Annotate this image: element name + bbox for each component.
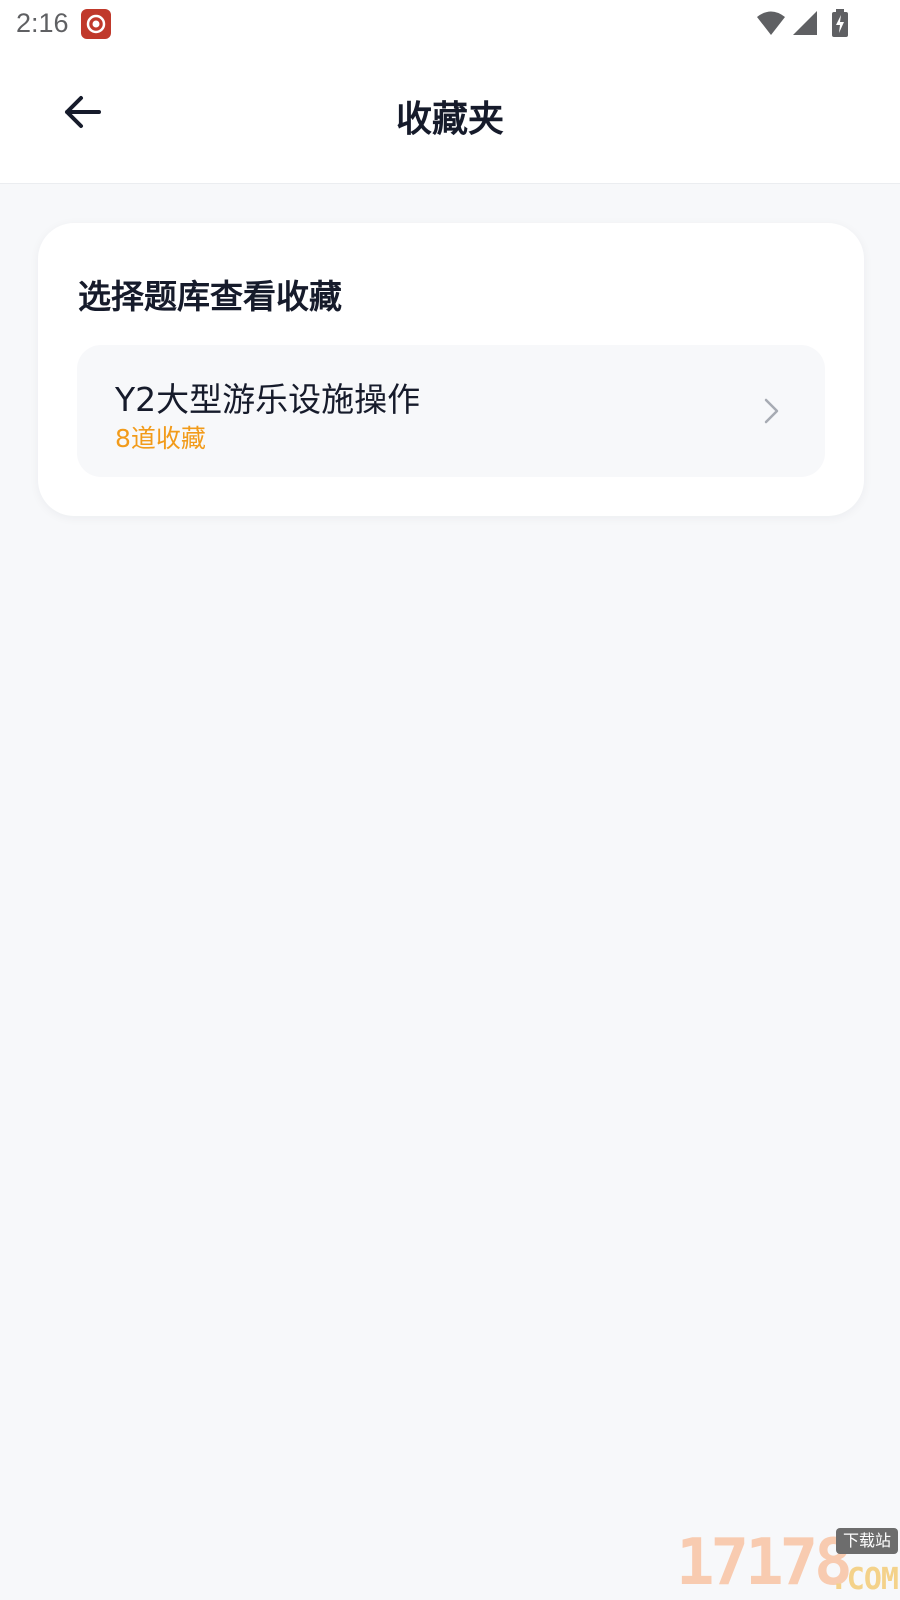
question-bank-name: Y2大型游乐设施操作 [115,380,421,419]
watermark-digits: 17178 [676,1526,853,1600]
watermark-suffix: .COM [829,1562,899,1597]
app-notification-icon [81,9,111,39]
page-title: 收藏夹 [395,99,504,140]
section-title: 选择题库查看收藏 [78,277,342,316]
favorites-card: 选择题库查看收藏 Y2大型游乐设施操作 8道收藏 [38,223,864,516]
question-bank-item[interactable]: Y2大型游乐设施操作 8道收藏 [77,345,825,477]
site-watermark-logo: 17178 下载站 .COM [676,1528,900,1600]
status-time: 2:16 [16,8,69,38]
favorites-count: 8道收藏 [115,424,206,453]
status-icons [756,9,850,39]
chevron-right-icon [764,398,779,424]
wifi-icon [756,11,785,35]
watermark-badge: 下载站 [836,1528,898,1554]
cellular-signal-icon [792,11,817,35]
status-bar: 2:16 [0,0,900,50]
battery-charging-icon [832,9,848,37]
app-bar: 收藏夹 [0,50,900,184]
